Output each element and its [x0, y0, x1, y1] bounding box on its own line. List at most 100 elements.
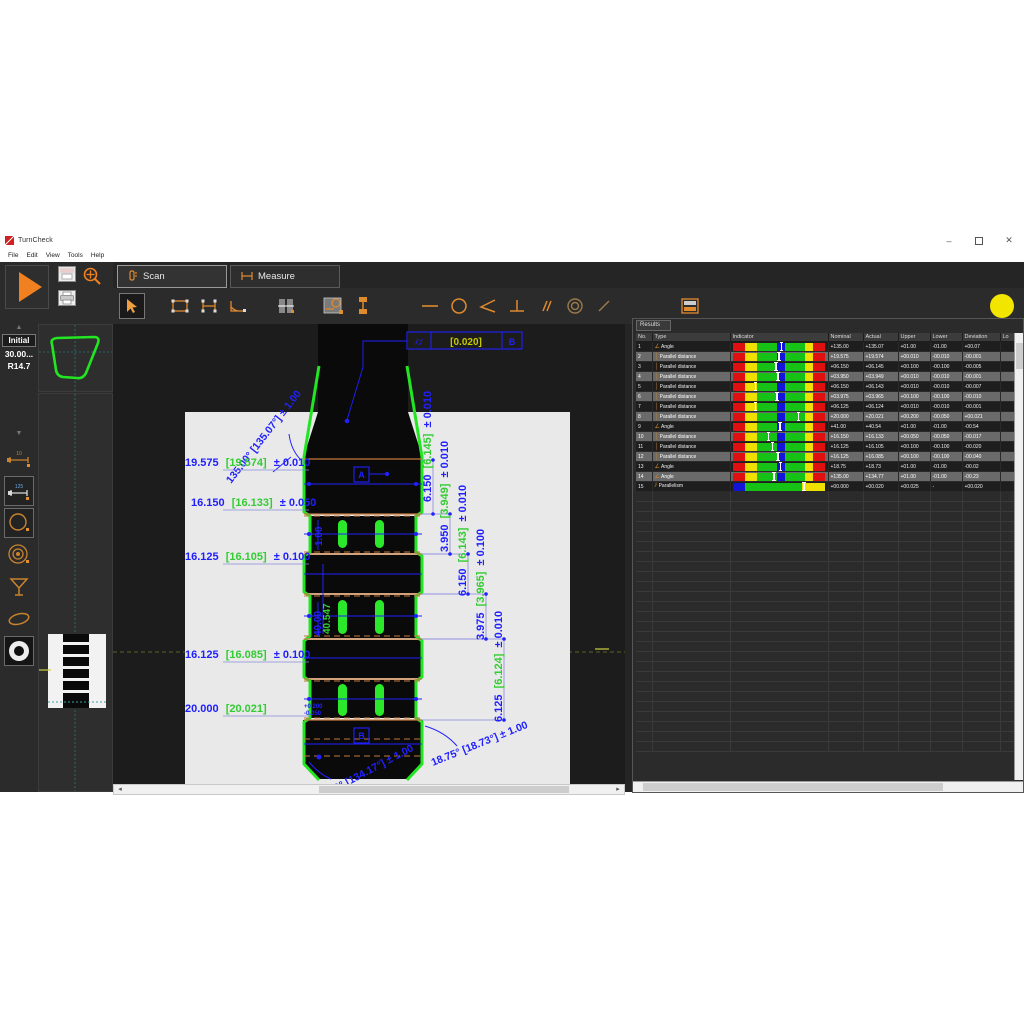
table-row[interactable]: 4 │ Parallel distance +03.950 +03.949 +00.01…: [636, 371, 1019, 382]
parallel-tool[interactable]: [533, 293, 559, 319]
groove-tool-icon[interactable]: [4, 572, 34, 602]
results-horizontal-scrollbar[interactable]: [633, 781, 1023, 792]
scroll-left-arrow[interactable]: ◂: [115, 785, 125, 794]
part-initial-badge[interactable]: Initial: [2, 334, 36, 347]
radius-tool-icon[interactable]: [4, 508, 34, 538]
table-row[interactable]: 6 │ Parallel distance +03.975 +03.965 +00.10…: [636, 391, 1019, 402]
table-row-empty[interactable]: [636, 541, 1019, 552]
col-header-actual[interactable]: Actual: [863, 333, 899, 342]
zoom-fit-icon[interactable]: [82, 266, 102, 286]
linear-dimension-tool[interactable]: [196, 293, 222, 319]
col-header-nominal[interactable]: Nominal: [828, 333, 864, 342]
width-tool-icon[interactable]: 125: [4, 476, 34, 506]
col-header-type[interactable]: Type: [652, 333, 731, 342]
results-vscroll-thumb[interactable]: [1016, 343, 1023, 369]
table-row[interactable]: 2 │ Parallel distance +19.575 +19.574 +00.01…: [636, 351, 1019, 362]
maximize-button[interactable]: [964, 232, 994, 249]
table-row-empty[interactable]: [636, 601, 1019, 612]
menu-view[interactable]: View: [42, 252, 64, 259]
table-row[interactable]: 1 ∠ Angle +135.00 +135.07 +01.00 -01.00 +00.07: [636, 341, 1019, 352]
table-row-empty[interactable]: [636, 521, 1019, 532]
table-row-empty[interactable]: [636, 701, 1019, 712]
part-length-preview[interactable]: [38, 393, 113, 792]
datum-tool[interactable]: [350, 293, 376, 319]
table-row[interactable]: 14 ∠ Angle +135.00 +134.77 +01.00 -01.00 -00.2…: [636, 471, 1019, 482]
menu-edit[interactable]: Edit: [22, 252, 41, 259]
table-row-empty[interactable]: [636, 561, 1019, 572]
table-row-empty[interactable]: [636, 641, 1019, 652]
table-row-empty[interactable]: [636, 621, 1019, 632]
table-row-empty[interactable]: [636, 591, 1019, 602]
table-row[interactable]: 7 │ Parallel distance +06.125 +06.124 +00.01…: [636, 401, 1019, 412]
table-row-empty[interactable]: [636, 741, 1019, 752]
gdt-frame-tool[interactable]: [321, 293, 347, 319]
step-dimension-tool[interactable]: [273, 293, 299, 319]
results-hscroll-thumb[interactable]: [643, 783, 943, 791]
table-row-empty[interactable]: [636, 631, 1019, 642]
col-header-deviation[interactable]: Deviation: [962, 333, 1001, 342]
report-tool[interactable]: [677, 293, 703, 319]
table-row[interactable]: 11 │ Parallel distance +16.125 +16.105 +00.1…: [636, 441, 1019, 452]
menu-help[interactable]: Help: [87, 252, 108, 259]
tab-scan[interactable]: Scan: [117, 265, 227, 288]
table-row[interactable]: 13 ∠ Angle +18.75 +18.73 +01.00 -01.00 -00.02: [636, 461, 1019, 472]
run-scan-button[interactable]: [5, 265, 49, 309]
table-row[interactable]: 15 ⫽ Parallelism +00.000 +00.020 +00.025- +00…: [636, 481, 1019, 492]
table-row[interactable]: 8 │ Parallel distance +20.000 +20.021 +00.20…: [636, 411, 1019, 422]
profile-tool-icon[interactable]: [4, 636, 34, 666]
minimize-button[interactable]: –: [934, 232, 964, 249]
table-row[interactable]: 10 │ Parallel distance +16.150 +16.133 +00.0…: [636, 431, 1019, 442]
table-row-empty[interactable]: [636, 491, 1019, 502]
table-row-empty[interactable]: [636, 731, 1019, 742]
canvas-hscroll-thumb[interactable]: [319, 786, 569, 793]
table-row[interactable]: 3 │ Parallel distance +06.150 +06.145 +00.10…: [636, 361, 1019, 372]
scroll-right-arrow[interactable]: ▸: [613, 785, 623, 794]
canvas-horizontal-scrollbar[interactable]: ◂ ▸: [113, 784, 625, 795]
results-vertical-scrollbar[interactable]: [1014, 333, 1023, 780]
table-row-empty[interactable]: [636, 661, 1019, 672]
line-element-tool[interactable]: [417, 293, 443, 319]
close-button[interactable]: ✕: [994, 232, 1024, 249]
surface-tool-icon[interactable]: [4, 604, 34, 634]
thread-tool-icon[interactable]: [4, 540, 34, 570]
table-row[interactable]: 12 │ Parallel distance +16.125 +16.085 +00.1…: [636, 451, 1019, 462]
distance-tool-icon[interactable]: 10: [4, 444, 34, 474]
table-row[interactable]: 5 │ Parallel distance +06.150 +06.143 +00.01…: [636, 381, 1019, 392]
select-arrow-tool[interactable]: [119, 293, 145, 319]
table-row-empty[interactable]: [636, 571, 1019, 582]
table-row-empty[interactable]: [636, 581, 1019, 592]
angle-dimension-tool[interactable]: [225, 293, 251, 319]
results-grid[interactable]: No. Type Indicator Nominal Actual Upper …: [636, 333, 1019, 780]
cross-section-preview[interactable]: [38, 324, 113, 392]
slope-tool[interactable]: [591, 293, 617, 319]
table-row-empty[interactable]: [636, 711, 1019, 722]
angle-element-tool[interactable]: [475, 293, 501, 319]
table-row-empty[interactable]: [636, 721, 1019, 732]
col-header-indicator[interactable]: Indicator: [730, 333, 829, 342]
save-icon[interactable]: [58, 266, 76, 282]
table-row-empty[interactable]: [636, 501, 1019, 512]
menu-tools[interactable]: Tools: [64, 252, 87, 259]
col-header-no[interactable]: No.: [636, 333, 653, 342]
table-row-empty[interactable]: [636, 511, 1019, 522]
table-row-empty[interactable]: [636, 681, 1019, 692]
concentric-tool[interactable]: [562, 293, 588, 319]
menu-file[interactable]: File: [4, 252, 22, 259]
perpendicular-tool[interactable]: [504, 293, 530, 319]
table-row-empty[interactable]: [636, 691, 1019, 702]
table-row-empty[interactable]: [636, 651, 1019, 662]
table-row[interactable]: 9 ∠ Angle +41.00 +40.54 +01.00 -01.00 -00.54: [636, 421, 1019, 432]
table-row-empty[interactable]: [636, 551, 1019, 562]
table-row-empty[interactable]: [636, 671, 1019, 682]
collapse-up-icon[interactable]: ▲: [0, 324, 38, 333]
tab-results[interactable]: Results: [636, 320, 672, 331]
table-row-empty[interactable]: [636, 531, 1019, 542]
collapse-down-icon[interactable]: ▼: [0, 430, 38, 442]
measurement-canvas[interactable]: A B ⌭ [0.020] B 135.00° [135.07°] ± 1.00…: [113, 324, 625, 784]
table-row-empty[interactable]: [636, 611, 1019, 622]
print-icon[interactable]: [58, 290, 76, 306]
circle-element-tool[interactable]: [446, 293, 472, 319]
rectangle-dimension-tool[interactable]: [167, 293, 193, 319]
col-header-lower[interactable]: Lower: [930, 333, 963, 342]
tab-measure[interactable]: Measure: [230, 265, 340, 288]
